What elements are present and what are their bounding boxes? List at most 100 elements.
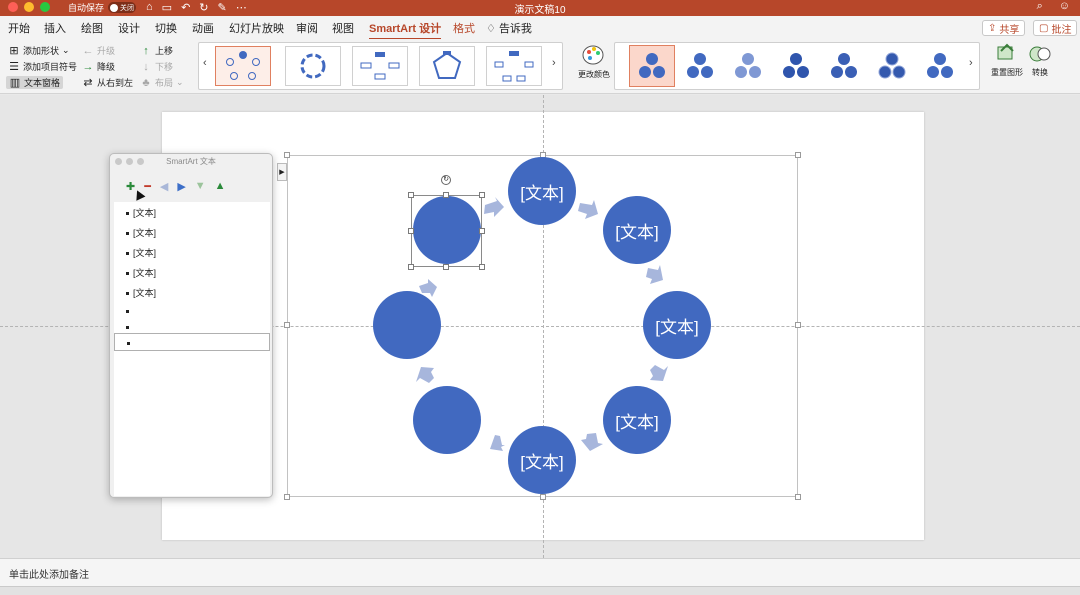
layout-thumb-text-cycle[interactable] — [352, 46, 408, 86]
comment-button[interactable]: ▢ 批注 — [1033, 20, 1078, 36]
move-up-item-icon[interactable]: ▲ — [215, 180, 226, 193]
text-pane-item-label: [文本] — [133, 228, 157, 238]
gallery-next-icon[interactable]: › — [552, 57, 556, 69]
move-down-button[interactable]: ↓ 下移 — [140, 60, 173, 73]
text-pane-titlebar: SmartArt 文本 — [110, 154, 272, 168]
shape-handle-tm[interactable] — [443, 192, 449, 198]
move-down-item-icon[interactable]: ▼ — [195, 180, 206, 193]
style-thumb-1[interactable] — [629, 45, 675, 87]
basic-cycle-thumb-icon — [226, 51, 260, 80]
style-2-icon — [687, 53, 713, 78]
remove-item-icon[interactable]: ━ — [144, 180, 151, 193]
frame-handle-bm[interactable] — [540, 494, 546, 500]
tab-view[interactable]: 视图 — [332, 20, 354, 36]
tab-slideshow[interactable]: 幻灯片放映 — [229, 20, 284, 36]
shape-handle-bl[interactable] — [408, 264, 414, 270]
text-pane-item[interactable]: [文本] — [114, 224, 270, 242]
layout-button[interactable]: ♣ 布局 ⌄ — [140, 76, 184, 89]
tab-home[interactable]: 开始 — [8, 20, 30, 36]
demote-label: 降级 — [97, 62, 116, 72]
style-thumb-2[interactable] — [677, 45, 723, 87]
shape-handle-mr[interactable] — [479, 228, 485, 234]
cycle-node-2[interactable]: [文本] — [603, 196, 671, 264]
tab-tell-me[interactable]: ♢ 告诉我 — [486, 20, 532, 36]
layout-thumb-continuous-cycle[interactable] — [285, 46, 341, 86]
cycle-node-6[interactable] — [413, 386, 481, 454]
frame-handle-br[interactable] — [795, 494, 801, 500]
change-colors-button[interactable]: 更改颜色 — [575, 43, 613, 80]
shape-handle-bm[interactable] — [443, 264, 449, 270]
style-thumb-4[interactable] — [773, 45, 819, 87]
promote-item-icon[interactable]: ◀ — [160, 180, 168, 193]
demote-button[interactable]: → 降级 — [82, 60, 116, 73]
style-thumb-6[interactable] — [869, 45, 915, 87]
layout-thumb-block-cycle[interactable] — [419, 46, 475, 86]
promote-button[interactable]: ← 升级 — [82, 44, 116, 57]
right-to-left-button[interactable]: ⇄ 从右到左 — [82, 76, 133, 89]
notes-pane[interactable]: 单击此处添加备注 — [0, 558, 1080, 586]
move-up-button[interactable]: ↑ 上移 — [140, 44, 173, 57]
tab-design[interactable]: 设计 — [118, 20, 140, 36]
frame-handle-tr[interactable] — [795, 152, 801, 158]
frame-handle-mr[interactable] — [795, 322, 801, 328]
text-pane-item[interactable]: [文本] — [114, 284, 270, 302]
share-button[interactable]: ⇪ 共享 — [982, 20, 1026, 36]
convert-button[interactable]: 转换 — [1020, 43, 1060, 78]
tab-draw[interactable]: 绘图 — [81, 20, 103, 36]
segmented-cycle-thumb-icon — [494, 51, 534, 82]
chevron-down-icon: ⌄ — [176, 77, 184, 87]
layout-thumb-segmented-cycle[interactable] — [486, 46, 542, 86]
cycle-node-4[interactable]: [文本] — [603, 386, 671, 454]
shape-handle-tr[interactable] — [479, 192, 485, 198]
tab-format[interactable]: 格式 — [453, 20, 475, 36]
shape-handle-ml[interactable] — [408, 228, 414, 234]
text-pane-toggle-icon[interactable]: ▶ — [277, 163, 287, 181]
shape-handle-br[interactable] — [479, 264, 485, 270]
text-pane-item-label: [文本] — [133, 248, 157, 258]
frame-handle-ml[interactable] — [284, 322, 290, 328]
search-icon[interactable]: ⌕ — [1037, 0, 1043, 13]
text-pane-item[interactable]: [文本] — [114, 244, 270, 262]
shape-handle-tl[interactable] — [408, 192, 414, 198]
layout-thumb-basic-cycle[interactable] — [215, 46, 271, 86]
tell-me-label: 告诉我 — [498, 23, 532, 35]
cycle-node-3[interactable]: [文本] — [643, 291, 711, 359]
text-pane-item[interactable]: [文本] — [114, 204, 270, 222]
tab-transitions[interactable]: 切换 — [155, 20, 177, 36]
tab-smartart-design[interactable]: SmartArt 设计 — [369, 20, 442, 40]
frame-handle-tl[interactable] — [284, 152, 290, 158]
style-thumb-5[interactable] — [821, 45, 867, 87]
bullet-icon — [126, 212, 129, 215]
add-bullet-label: 添加项目符号 — [23, 62, 78, 72]
add-bullet-button[interactable]: ☰ 添加项目符号 — [8, 60, 77, 73]
cycle-node-1[interactable]: [文本] — [508, 157, 576, 225]
demote-item-icon[interactable]: ▶ — [177, 180, 185, 193]
frame-handle-bl[interactable] — [284, 494, 290, 500]
style-thumb-3[interactable] — [725, 45, 771, 87]
text-pane-item-editing[interactable] — [114, 333, 270, 351]
style-gallery-next-icon[interactable]: › — [969, 57, 973, 69]
text-pane-button[interactable]: ▥ 文本窗格 — [6, 76, 64, 89]
promote-label: 升级 — [97, 46, 116, 56]
text-pane-title: SmartArt 文本 — [166, 157, 216, 166]
cycle-node-7[interactable] — [373, 291, 441, 359]
status-bar — [0, 586, 1080, 595]
continuous-cycle-thumb-icon — [300, 53, 326, 79]
tab-review[interactable]: 审阅 — [296, 20, 318, 36]
tab-insert[interactable]: 插入 — [44, 20, 66, 36]
smartart-text-pane: SmartArt 文本 ✚ ━ ◀ ▶ ▼ ▲ [文本] [文本] [文本] [… — [109, 153, 273, 498]
rotate-handle-icon[interactable]: ↻ — [441, 175, 451, 185]
tab-animations[interactable]: 动画 — [192, 20, 214, 36]
gallery-prev-icon[interactable]: ‹ — [203, 57, 207, 69]
share-label: 共享 — [999, 24, 1020, 36]
layout-icon: ♣ — [142, 76, 150, 89]
reset-graphic-icon — [997, 43, 1014, 60]
comment-label: 批注 — [1051, 24, 1072, 36]
text-cycle-thumb-icon — [360, 52, 400, 80]
add-shape-button[interactable]: ⊞ 添加形状 ⌄ — [8, 44, 69, 57]
account-icon[interactable]: ☺ — [1059, 0, 1070, 13]
style-thumb-7[interactable] — [917, 45, 963, 87]
cycle-node-5[interactable]: [文本] — [508, 426, 576, 494]
bullet-icon — [126, 292, 129, 295]
text-pane-item[interactable]: [文本] — [114, 264, 270, 282]
